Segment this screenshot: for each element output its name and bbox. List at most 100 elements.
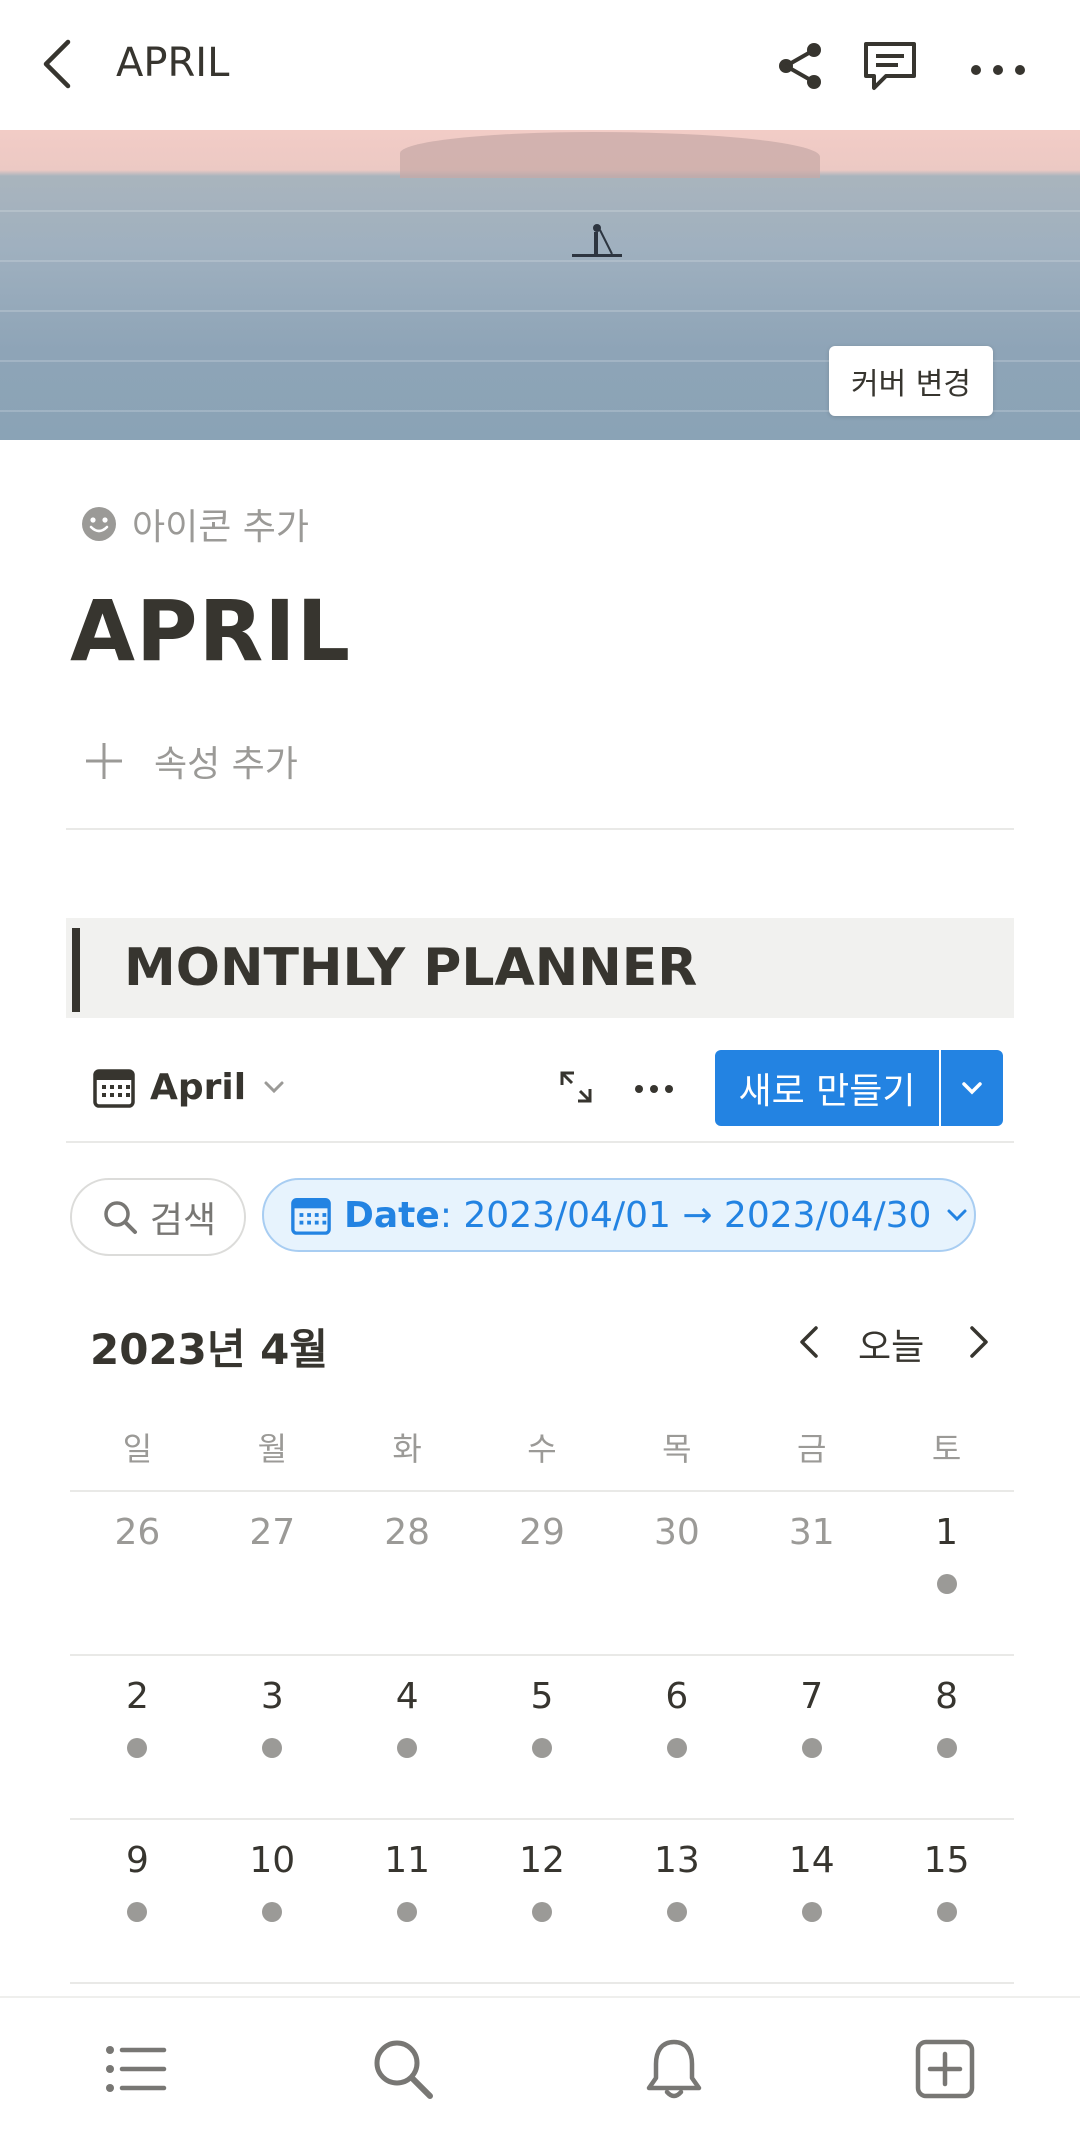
calendar-day-cell[interactable]: 2 <box>70 1656 205 1820</box>
search-icon[interactable] <box>370 2036 436 2102</box>
today-button[interactable]: 오늘 <box>858 1318 924 1370</box>
page-indicator-dot <box>936 1574 957 1594</box>
day-number: 3 <box>260 1676 284 1717</box>
calendar-icon <box>93 1069 135 1108</box>
calendar-day-cell[interactable]: 4 <box>340 1656 475 1820</box>
page-indicator-dot <box>666 1902 687 1922</box>
day-number: 6 <box>665 1676 689 1717</box>
calendar-day-cell[interactable]: 3 <box>205 1656 340 1820</box>
weekday-label: 수 <box>527 1430 557 1468</box>
day-number: 27 <box>249 1512 296 1553</box>
share-icon[interactable] <box>770 36 830 96</box>
back-arrow-icon[interactable] <box>28 32 92 96</box>
page-indicator-dot <box>801 1902 822 1922</box>
calendar-day-cell[interactable]: 28 <box>340 1492 475 1656</box>
day-number: 31 <box>788 1512 835 1553</box>
day-number: 7 <box>800 1676 824 1717</box>
weekday-label: 금 <box>797 1430 827 1468</box>
calendar-icon <box>291 1198 331 1235</box>
monthly-planner-callout[interactable]: MONTHLY PLANNER <box>66 918 1014 1018</box>
search-label: 검색 <box>149 1200 217 1241</box>
calendar-day-cell[interactable]: 15 <box>879 1820 1014 1984</box>
smiley-icon <box>82 507 116 541</box>
cover-island <box>400 132 820 178</box>
day-number: 29 <box>519 1512 565 1553</box>
search-icon <box>104 1201 137 1234</box>
calendar-week-row: 2 3 4 5 6 7 8 <box>70 1656 1014 1820</box>
expand-icon[interactable] <box>556 1067 596 1111</box>
page-title[interactable]: APRIL <box>70 582 351 680</box>
page-indicator-dot <box>262 1902 283 1922</box>
date-filter-chip[interactable]: Date: 2023/04/01 → 2023/04/30 <box>262 1178 976 1252</box>
page-indicator-dot <box>532 1738 552 1758</box>
header-divider <box>66 828 1014 830</box>
new-page-button[interactable]: 새로 만들기 <box>715 1050 939 1126</box>
page-indicator-dot <box>127 1902 148 1922</box>
chevron-down-icon <box>947 1209 967 1222</box>
view-selector[interactable]: April <box>92 1065 288 1109</box>
calendar-day-cell[interactable]: 1 <box>879 1492 1014 1656</box>
calendar-day-cell[interactable]: 29 <box>475 1492 610 1656</box>
page-indicator-dot <box>532 1902 552 1922</box>
calendar-day-cell[interactable]: 30 <box>609 1492 744 1656</box>
calendar-day-cell[interactable]: 12 <box>475 1820 610 1984</box>
comment-icon[interactable] <box>860 36 920 96</box>
day-number: 10 <box>249 1840 296 1881</box>
day-number: 1 <box>935 1512 959 1553</box>
calendar-day-cell[interactable]: 11 <box>340 1820 475 1984</box>
add-property-button[interactable]: 속성 추가 <box>84 735 298 787</box>
callout-heading: MONTHLY PLANNER <box>124 938 698 998</box>
calendar-week-row: 26 27 28 29 30 31 1 <box>70 1492 1014 1656</box>
day-number: 9 <box>125 1840 149 1881</box>
next-month-icon[interactable] <box>958 1318 998 1370</box>
day-number: 14 <box>788 1840 835 1881</box>
calendar-day-cell[interactable]: 5 <box>475 1656 610 1820</box>
previous-month-icon[interactable] <box>790 1318 830 1370</box>
day-number: 4 <box>395 1676 419 1717</box>
search-filter-button[interactable]: 검색 <box>70 1178 246 1256</box>
weekday-label: 월 <box>257 1430 288 1468</box>
day-number: 28 <box>384 1512 431 1553</box>
calendar-day-cell[interactable]: 9 <box>70 1820 205 1984</box>
add-page-icon[interactable] <box>912 2036 978 2102</box>
calendar-day-cell[interactable]: 14 <box>744 1820 879 1984</box>
calendar-day-cell[interactable]: 27 <box>205 1492 340 1656</box>
calendar-week-row: 9 10 11 12 13 14 15 <box>70 1820 1014 1984</box>
date-filter-value: : 2023/04/01 → 2023/04/30 <box>439 1194 932 1236</box>
weekday-label: 화 <box>392 1430 422 1468</box>
list-icon[interactable] <box>102 2036 168 2102</box>
top-bar: APRIL <box>0 0 1080 130</box>
chevron-down-icon <box>264 1081 284 1094</box>
add-icon-button[interactable]: 아이콘 추가 <box>80 498 309 550</box>
more-horizontal-icon[interactable] <box>968 36 1028 96</box>
top-bar-title: APRIL <box>116 40 230 86</box>
calendar-day-cell[interactable]: 26 <box>70 1492 205 1656</box>
weekday-label: 일 <box>122 1430 153 1468</box>
calendar-day-cell[interactable]: 13 <box>609 1820 744 1984</box>
page-indicator-dot <box>397 1902 418 1922</box>
page-indicator-dot <box>936 1902 957 1922</box>
cover-wave <box>0 210 1080 212</box>
new-page-dropdown-button[interactable] <box>941 1050 1003 1126</box>
database-view-toolbar: April 새로 만들기 <box>66 1045 1014 1143</box>
day-number: 11 <box>384 1840 431 1881</box>
calendar-day-cell[interactable]: 7 <box>744 1656 879 1820</box>
calendar-month-label: 2023년 4월 <box>90 1325 329 1374</box>
view-more-icon[interactable] <box>632 1067 676 1111</box>
calendar-day-cell[interactable]: 10 <box>205 1820 340 1984</box>
calendar-day-cell[interactable]: 6 <box>609 1656 744 1820</box>
bell-icon[interactable] <box>641 2036 707 2102</box>
day-number: 13 <box>653 1840 700 1881</box>
weekday-label: 토 <box>931 1430 962 1468</box>
calendar-day-cell[interactable]: 31 <box>744 1492 879 1656</box>
day-number: 30 <box>653 1512 700 1553</box>
add-icon-label: 아이콘 추가 <box>132 507 310 548</box>
page-indicator-dot <box>666 1738 687 1758</box>
chevron-down-icon <box>962 1082 982 1095</box>
change-cover-button[interactable]: 커버 변경 <box>829 346 993 416</box>
day-number: 2 <box>125 1676 149 1717</box>
calendar-day-cell[interactable]: 8 <box>879 1656 1014 1820</box>
weekday-label: 목 <box>662 1430 692 1468</box>
plus-icon <box>86 743 122 779</box>
page-indicator-dot <box>801 1738 822 1758</box>
